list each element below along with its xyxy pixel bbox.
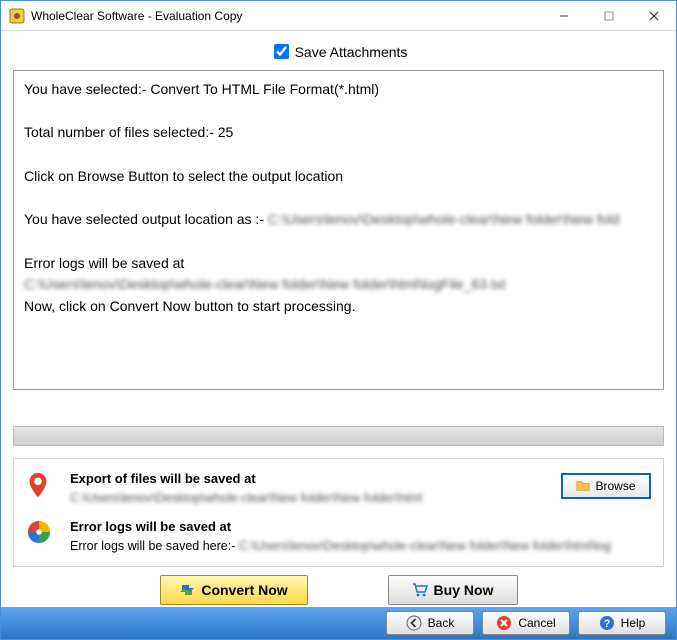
- action-row: Convert Now Buy Now: [13, 573, 664, 609]
- back-button[interactable]: Back: [386, 611, 474, 635]
- browse-button[interactable]: Browse: [561, 473, 651, 499]
- export-row: Export of files will be saved at C:\User…: [26, 469, 651, 507]
- log-line-browse-hint: Click on Browse Button to select the out…: [24, 168, 343, 184]
- errorlog-prefix: Error logs will be saved here:-: [70, 539, 239, 553]
- save-attachments-row: Save Attachments: [13, 37, 664, 70]
- pie-icon: [26, 519, 54, 548]
- convert-icon: [179, 582, 195, 598]
- convert-now-label: Convert Now: [201, 582, 287, 598]
- buy-now-label: Buy Now: [434, 582, 494, 598]
- minimize-button[interactable]: [541, 1, 586, 30]
- help-icon: ?: [599, 615, 615, 631]
- log-line-convert-hint: Now, click on Convert Now button to star…: [24, 298, 355, 314]
- back-icon: [406, 615, 422, 631]
- errorlog-title: Error logs will be saved at: [70, 517, 651, 537]
- cancel-icon: [496, 615, 512, 631]
- pin-icon: [26, 471, 54, 504]
- log-line-output-prefix: You have selected output location as :-: [24, 211, 268, 227]
- save-attachments-text: Save Attachments: [295, 44, 408, 60]
- errorlog-path: C:\Users\lenov\Desktop\whole-clear\New f…: [239, 539, 611, 553]
- window-title: WholeClear Software - Evaluation Copy: [31, 9, 541, 23]
- save-attachments-label[interactable]: Save Attachments: [270, 41, 408, 62]
- svg-text:?: ?: [603, 618, 610, 630]
- app-icon: [9, 8, 25, 24]
- buy-now-button[interactable]: Buy Now: [388, 575, 518, 605]
- folder-icon: [576, 479, 590, 493]
- log-line-errorlog-title: Error logs will be saved at: [24, 255, 184, 271]
- footer-bar: Back Cancel ? Help: [1, 607, 676, 639]
- browse-label: Browse: [595, 479, 635, 493]
- info-panel: Export of files will be saved at C:\User…: [13, 458, 664, 567]
- export-path: C:\Users\lenov\Desktop\whole-clear\New f…: [70, 489, 551, 508]
- errorlog-row: Error logs will be saved at Error logs w…: [26, 517, 651, 555]
- cancel-label: Cancel: [518, 616, 555, 630]
- convert-now-button[interactable]: Convert Now: [160, 575, 308, 605]
- log-area: You have selected:- Convert To HTML File…: [13, 70, 664, 390]
- maximize-button[interactable]: [586, 1, 631, 30]
- cart-icon: [412, 582, 428, 598]
- save-attachments-checkbox[interactable]: [274, 44, 289, 59]
- log-line-output-path: C:\Users\lenov\Desktop\whole-clear\New f…: [268, 211, 620, 227]
- cancel-button[interactable]: Cancel: [482, 611, 570, 635]
- help-button[interactable]: ? Help: [578, 611, 666, 635]
- export-title: Export of files will be saved at: [70, 469, 551, 489]
- help-label: Help: [621, 616, 646, 630]
- progress-bar: [13, 426, 664, 446]
- close-button[interactable]: [631, 1, 676, 30]
- log-line-errorlog-path: C:\Users\lenov\Desktop\whole-clear\New f…: [24, 276, 506, 292]
- titlebar: WholeClear Software - Evaluation Copy: [1, 1, 676, 31]
- log-line-selected-format: You have selected:- Convert To HTML File…: [24, 81, 379, 97]
- log-line-total-files: Total number of files selected:- 25: [24, 124, 233, 140]
- back-label: Back: [428, 616, 455, 630]
